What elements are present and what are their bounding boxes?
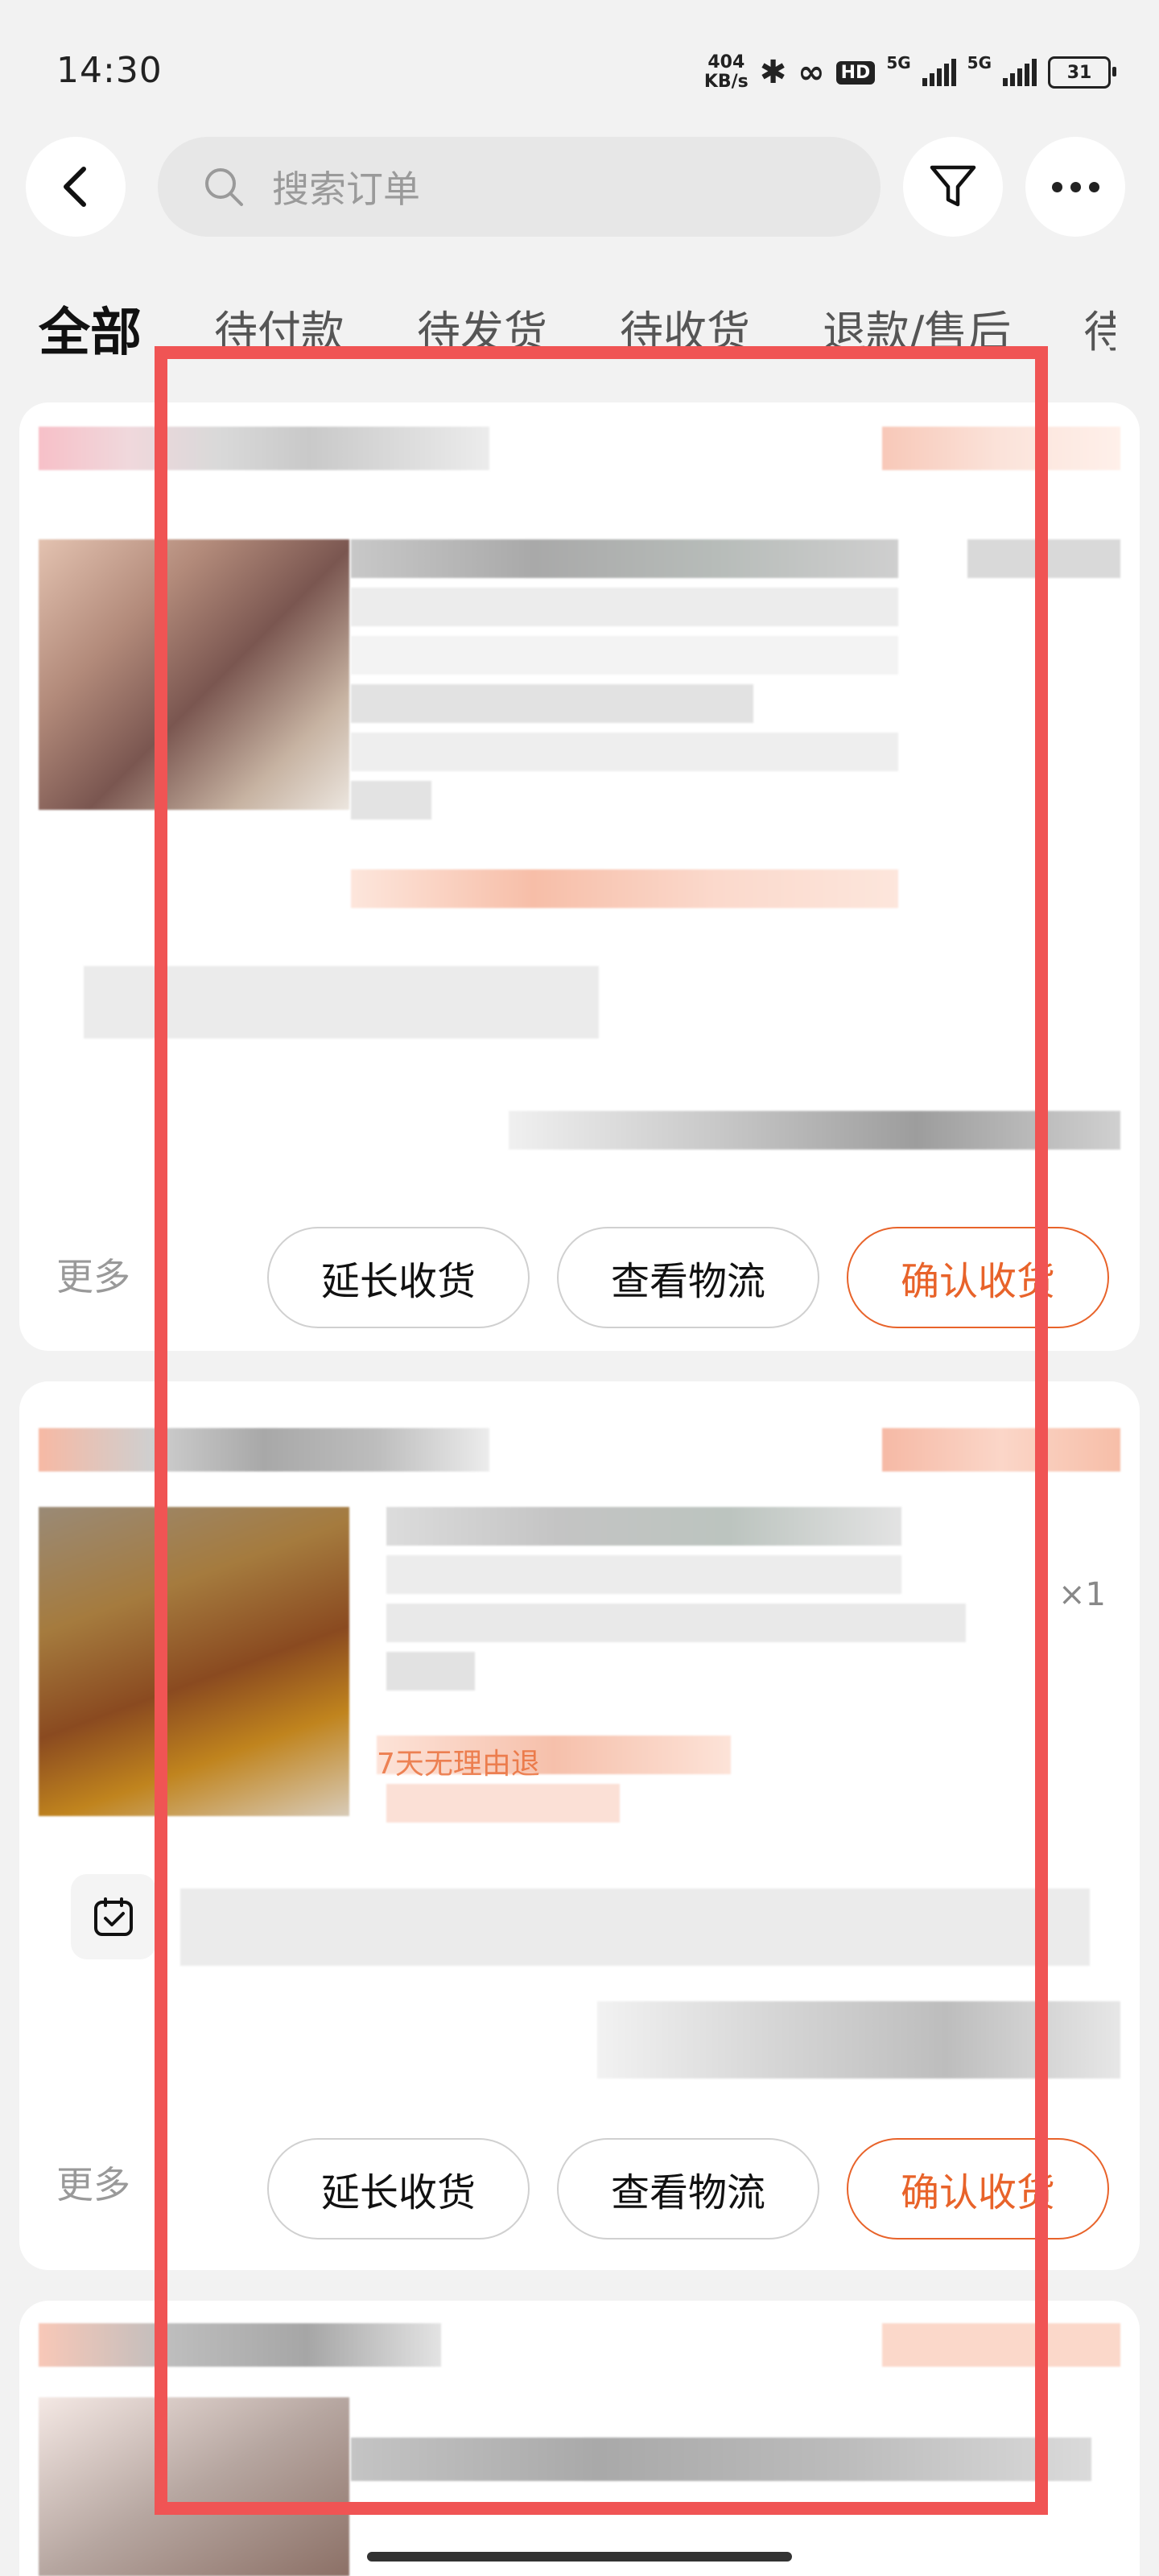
quantity-label: ×1 (1058, 1576, 1106, 1613)
filter-button[interactable] (903, 137, 1003, 237)
filter-icon (930, 165, 976, 207)
signal-icon (922, 59, 956, 86)
back-button[interactable] (26, 137, 126, 237)
status-time: 14:30 (56, 50, 163, 91)
status-icons: 404 KB/s ✱ ∞ HD 5G 5G 31 (703, 52, 1116, 92)
link-icon: ∞ (798, 54, 825, 91)
sim1-label: 5G (886, 53, 911, 72)
more-link[interactable]: 更多 (56, 2156, 130, 2209)
search-placeholder: 搜索订单 (272, 167, 420, 211)
chevron-left-icon (64, 167, 86, 207)
sim2-label: 5G (967, 53, 992, 72)
battery-icon: 31 (1048, 56, 1116, 89)
search-input[interactable]: 搜索订单 (158, 137, 881, 237)
network-speed: 404 KB/s (703, 52, 749, 92)
signal-icon-2 (1003, 59, 1037, 86)
more-options-button[interactable] (1025, 137, 1125, 237)
highlight-rectangle (155, 346, 1048, 2515)
tab-partial[interactable]: 待 (1083, 296, 1116, 365)
shopping-bag-check-icon (94, 1897, 133, 1936)
tab-all[interactable]: 全部 (39, 291, 142, 365)
receipt-card-icon (71, 1874, 156, 1959)
more-dot-icon (1070, 181, 1081, 192)
home-indicator[interactable] (367, 2552, 792, 2562)
hd-badge: HD (835, 60, 876, 85)
more-link[interactable]: 更多 (56, 1248, 130, 1301)
more-dot-icon (1088, 181, 1099, 192)
more-dot-icon (1051, 181, 1062, 192)
bluetooth-icon: ✱ (759, 54, 787, 91)
search-icon (205, 168, 243, 206)
